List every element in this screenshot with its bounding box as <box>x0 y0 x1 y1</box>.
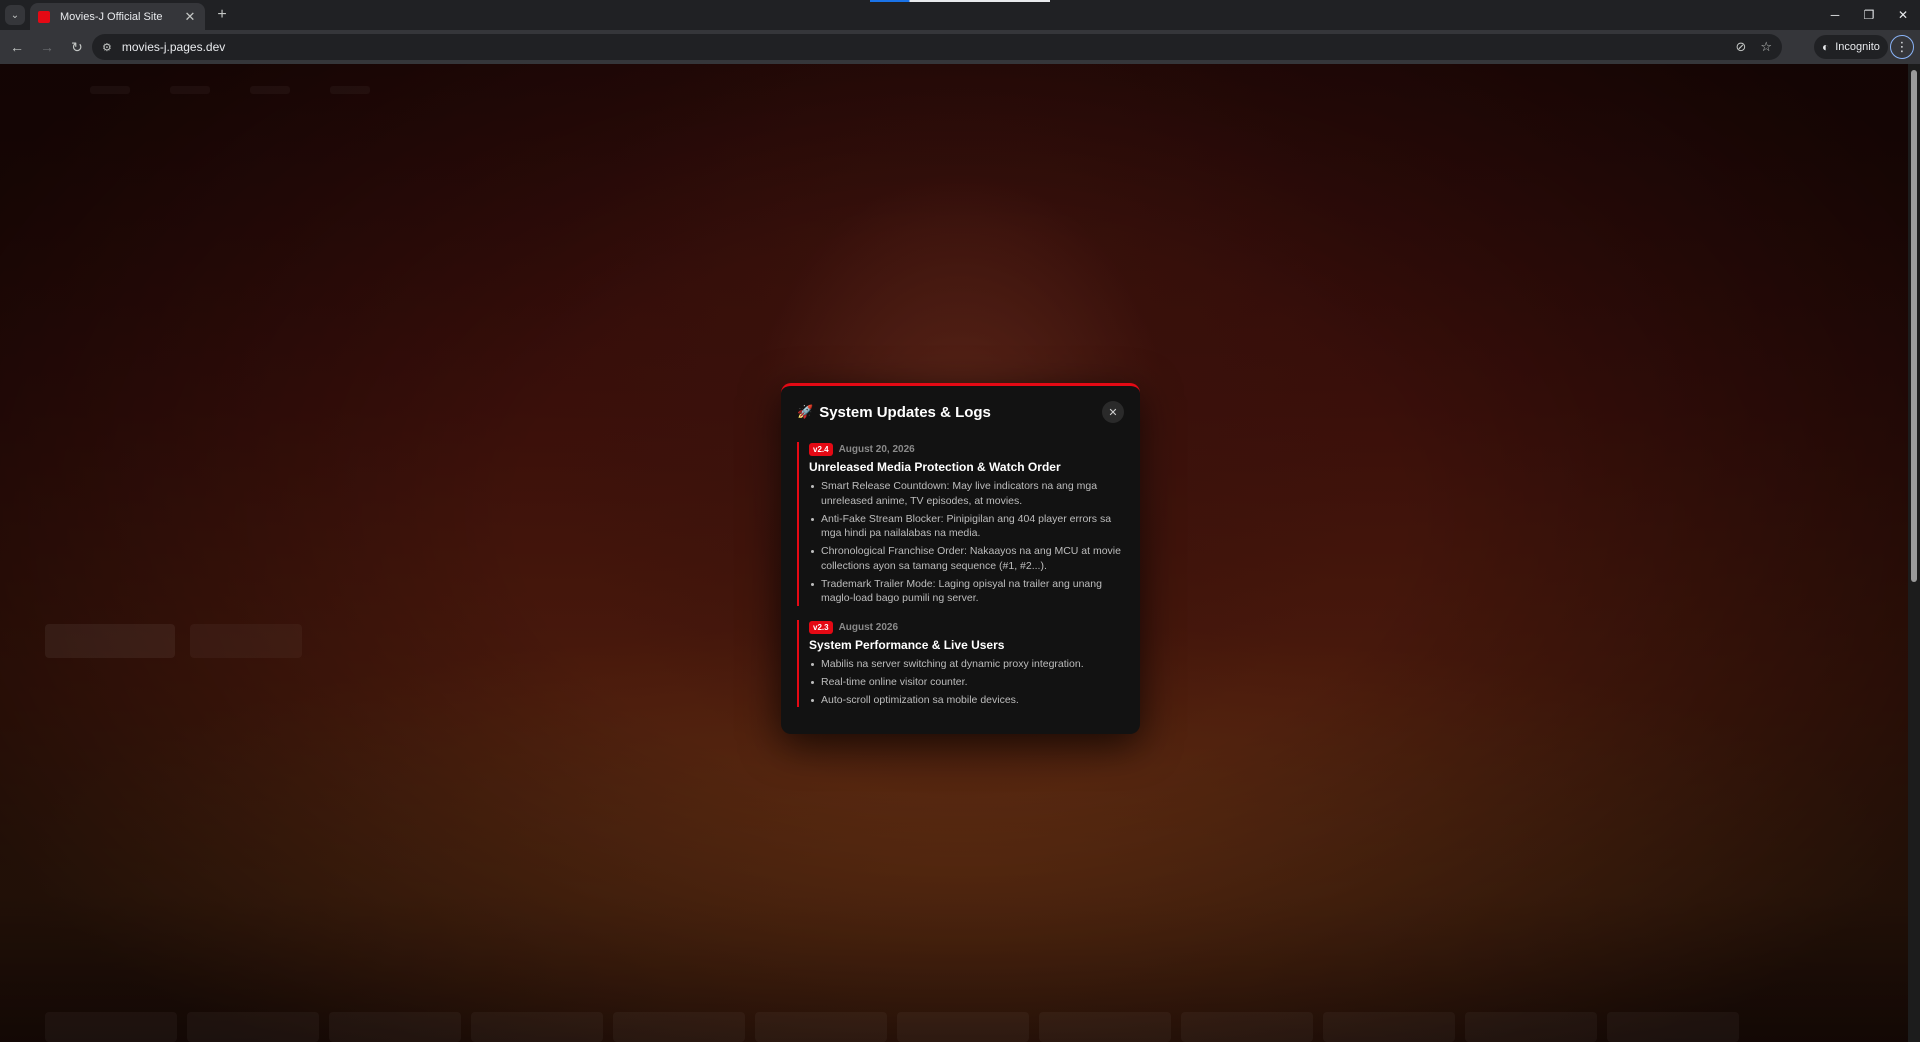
address-bar[interactable]: ⚙ movies-j.pages.dev ⊘ ☆ <box>92 34 1782 60</box>
url-text[interactable]: movies-j.pages.dev <box>122 40 1722 54</box>
blurred-thumbnail-row <box>45 1012 1739 1042</box>
incognito-icon: ◐ <box>1822 40 1830 54</box>
list-item: Chronological Franchise Order: Nakaayos … <box>809 544 1124 573</box>
version-badge: v2.3 <box>809 620 833 634</box>
release-entry-v2-3: v2.3 August 2026 System Performance & Li… <box>797 619 1124 708</box>
list-item: Auto-scroll optimization sa mobile devic… <box>809 693 1124 708</box>
blurred-nav-item <box>330 86 370 94</box>
window-close-icon[interactable]: ✕ <box>1886 0 1920 30</box>
blurred-thumbnail <box>1465 1012 1597 1042</box>
browser-tab[interactable]: Movies-J Official Site ✕ <box>30 3 205 30</box>
site-favicon-icon <box>38 10 50 23</box>
blurred-thumbnail <box>755 1012 887 1042</box>
release-title: Unreleased Media Protection & Watch Orde… <box>809 460 1061 474</box>
blurred-hero-button <box>45 624 175 658</box>
blurred-thumbnail <box>329 1012 461 1042</box>
rocket-icon: 🚀 <box>797 404 814 419</box>
forward-arrow-icon[interactable]: → <box>34 34 60 60</box>
version-badge: v2.4 <box>809 443 833 456</box>
release-meta: v2.3 August 2026 <box>809 620 1124 635</box>
release-date: August 20, 2026 <box>838 444 915 455</box>
release-items: Smart Release Countdown: May live indica… <box>809 479 1124 606</box>
page-scrollbar[interactable] <box>1908 64 1920 1042</box>
tab-close-icon[interactable]: ✕ <box>183 9 197 25</box>
loading-indicator <box>870 0 1050 2</box>
reload-icon[interactable]: ↻ <box>64 34 90 60</box>
background-nav-blurred <box>90 86 370 94</box>
release-date: August 2026 <box>838 621 899 633</box>
tab-title: Movies-J Official Site <box>60 10 163 23</box>
back-arrow-icon[interactable]: ← <box>4 34 30 60</box>
new-tab-plus-icon[interactable]: + <box>212 5 232 25</box>
blurred-thumbnail <box>1323 1012 1455 1042</box>
site-info-tune-icon[interactable]: ⚙ <box>102 41 112 54</box>
blurred-thumbnail <box>471 1012 603 1042</box>
blurred-hero-button <box>190 624 302 658</box>
restore-icon[interactable]: ❐ <box>1852 0 1886 30</box>
tab-strip: ⌄ Movies-J Official Site ✕ + ─ ❐ ✕ <box>0 0 1920 30</box>
list-item: Mabilis na server switching at dynamic p… <box>809 657 1124 672</box>
blurred-thumbnail <box>187 1012 319 1042</box>
incognito-label: Incognito <box>1835 41 1880 53</box>
browser-toolbar: ← → ↻ ⚙ movies-j.pages.dev ⊘ ☆ ◐ Incogni… <box>0 30 1920 64</box>
minimize-icon[interactable]: ─ <box>1818 0 1852 30</box>
scrollbar-thumb[interactable] <box>1911 70 1917 582</box>
list-item: Anti-Fake Stream Blocker: Pinipigilan an… <box>809 512 1124 541</box>
release-title: System Performance & Live Users <box>809 637 1005 652</box>
modal-title: System Updates & Logs <box>819 403 991 421</box>
blurred-thumbnail <box>613 1012 745 1042</box>
window-controls: ─ ❐ ✕ <box>1818 0 1920 30</box>
blurred-thumbnail <box>1039 1012 1171 1042</box>
list-item: Real-time online visitor counter. <box>809 675 1124 690</box>
browser-menu-kebab-icon[interactable]: ⋮ <box>1890 35 1914 59</box>
modal-header: 🚀 System Updates & Logs ✕ <box>797 400 1124 424</box>
blurred-nav-item <box>250 86 290 94</box>
tab-search-chevron-down-icon[interactable]: ⌄ <box>5 5 25 25</box>
release-items: Mabilis na server switching at dynamic p… <box>809 657 1124 708</box>
modal-close-button[interactable]: ✕ <box>1102 401 1124 423</box>
release-entry-v2-4: v2.4 August 20, 2026 Unreleased Media Pr… <box>797 442 1124 606</box>
incognito-badge[interactable]: ◐ Incognito <box>1814 35 1888 59</box>
release-meta: v2.4 August 20, 2026 <box>809 442 1124 457</box>
blurred-thumbnail <box>1181 1012 1313 1042</box>
blurred-nav-item <box>90 86 130 94</box>
eye-off-icon[interactable]: ⊘ <box>1735 39 1746 55</box>
blurred-thumbnail <box>45 1012 177 1042</box>
blurred-nav-item <box>170 86 210 94</box>
list-item: Smart Release Countdown: May live indica… <box>809 479 1124 508</box>
list-item: Trademark Trailer Mode: Laging opisyal n… <box>809 577 1124 606</box>
blurred-thumbnail <box>897 1012 1029 1042</box>
system-updates-modal: 🚀 System Updates & Logs ✕ v2.4 August 20… <box>781 383 1140 734</box>
bookmark-star-icon[interactable]: ☆ <box>1760 39 1772 55</box>
blurred-thumbnail <box>1607 1012 1739 1042</box>
